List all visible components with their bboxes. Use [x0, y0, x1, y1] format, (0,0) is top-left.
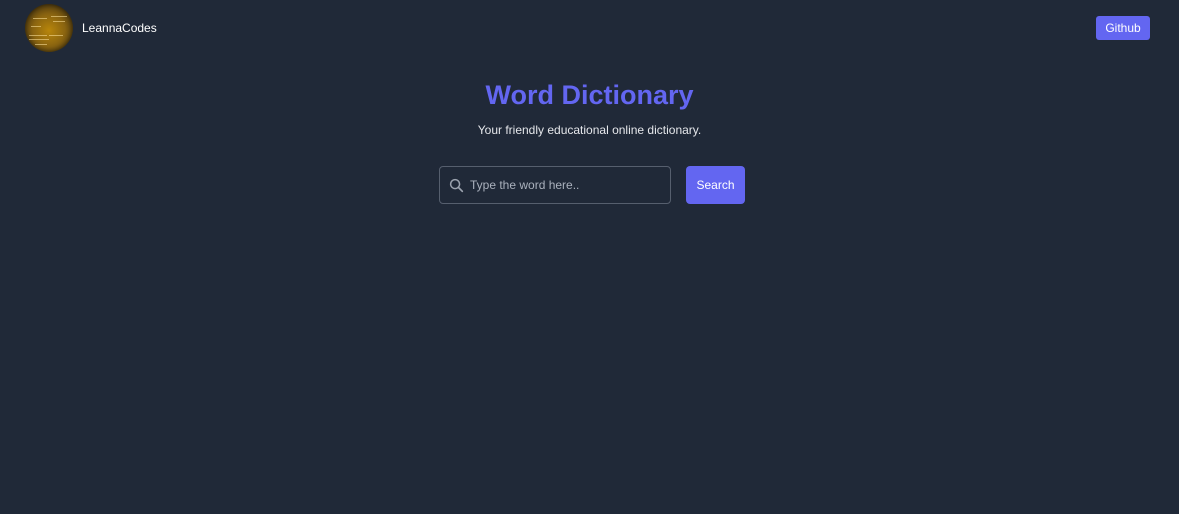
github-button[interactable]: Github: [1096, 16, 1150, 40]
navbar: LeannaCodes Github: [0, 0, 1179, 56]
search-icon: [449, 178, 464, 193]
search-input[interactable]: [470, 167, 664, 203]
brand-name: LeannaCodes: [82, 21, 157, 35]
search-form: Search: [439, 166, 745, 204]
search-field[interactable]: [439, 166, 671, 204]
page-subtitle: Your friendly educational online diction…: [477, 123, 702, 137]
brand-link[interactable]: LeannaCodes: [25, 4, 157, 52]
avatar: [25, 4, 73, 52]
search-button[interactable]: Search: [686, 166, 745, 204]
hero: Word Dictionary Your friendly educationa…: [0, 76, 1179, 138]
page-title: Word Dictionary: [485, 80, 694, 110]
